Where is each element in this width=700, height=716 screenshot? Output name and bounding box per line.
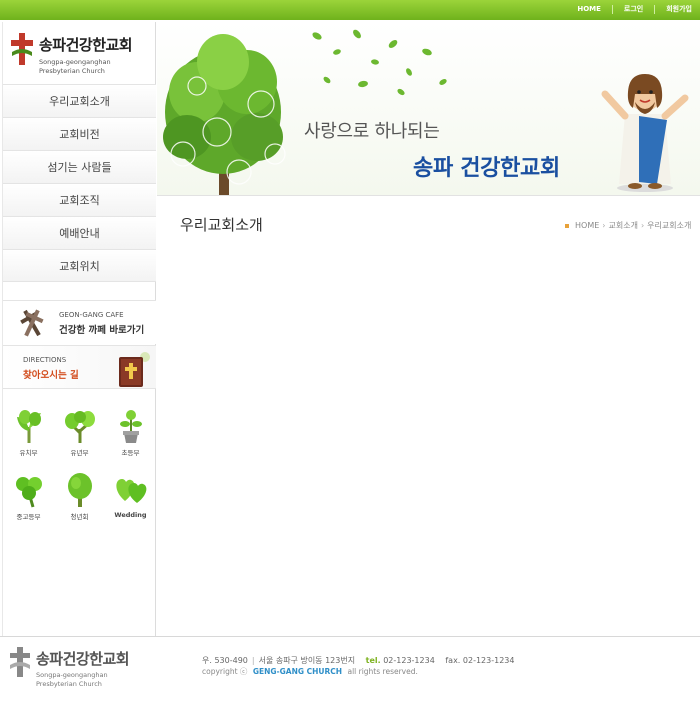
dept-youth[interactable]: 중고등부	[3, 471, 54, 527]
dept-wedding[interactable]: Wedding	[105, 471, 156, 527]
footer-fax-label: fax.	[445, 656, 461, 665]
breadcrumb-home[interactable]: HOME	[575, 221, 599, 230]
menu-item-organization[interactable]: 교회조직	[3, 183, 156, 216]
directions-banner[interactable]: DIRECTIONS 찾아오시는 길	[3, 345, 156, 389]
dept-label: 초등부	[121, 449, 140, 457]
hero-tagline: 사랑으로 하나되는	[304, 121, 440, 142]
crossed-crosses-icon	[20, 309, 44, 337]
tree-illustration	[163, 34, 286, 195]
tree-icon	[67, 473, 92, 507]
footer-divider	[0, 636, 700, 637]
hearts-icon	[115, 479, 146, 503]
footer-tel: 02-123-1234	[383, 656, 435, 665]
cafe-banner-title: 건강한 까페 바로가기	[59, 325, 145, 336]
clover-icon	[15, 477, 42, 508]
menu-item-location[interactable]: 교회위치	[3, 249, 156, 282]
dept-young-adults[interactable]: 청년회	[54, 471, 105, 527]
home-link[interactable]: HOME	[577, 5, 601, 13]
footer-tel-label: tel.	[365, 656, 381, 665]
footer-contact: 우. 530-490 | 서울 송파구 방이동 123번지 tel. 02-123-…	[202, 655, 514, 666]
sprout-icon	[16, 410, 41, 443]
footer-copyright: copyright ⓒ GENG-GANG CHURCH all rights …	[202, 666, 418, 677]
breadcrumb: HOME › 교회소개 › 우리교회소개	[565, 220, 691, 231]
menu-item-vision[interactable]: 교회비전	[3, 117, 156, 150]
breadcrumb-section[interactable]: 교회소개	[608, 220, 637, 231]
footer-address: 서울 송파구 방이동 123번지	[258, 656, 356, 665]
footer-logo-name: 송파건강한교회	[36, 650, 130, 668]
logo-name: 송파건강한교회	[39, 36, 133, 54]
logo-subtitle: Presbyterian Church	[39, 67, 105, 75]
login-link[interactable]: 로그인	[624, 4, 643, 14]
top-nav: HOME 로그인 회원가입	[577, 4, 692, 14]
dept-children[interactable]: 유년부	[54, 407, 105, 463]
dept-label: 유치부	[19, 449, 38, 457]
nav-divider	[611, 4, 613, 14]
dept-label: 유년부	[70, 449, 89, 457]
join-link[interactable]: 회원가입	[666, 4, 692, 14]
church-logo[interactable]: 송파건강한교회 Songpa-geonganghan Presbyterian …	[7, 28, 157, 86]
cross-logo-icon	[10, 647, 30, 677]
page-title: 우리교회소개	[180, 216, 263, 234]
potted-plant-icon	[119, 410, 142, 443]
nav-divider	[654, 4, 656, 14]
dept-elementary[interactable]: 초등부	[105, 407, 156, 463]
hero-church-name: 송파 건강한교회	[413, 156, 560, 181]
chevron-right-icon: ›	[602, 221, 606, 230]
directions-banner-title: 찾아오시는 길	[23, 370, 79, 381]
top-bar: HOME 로그인 회원가입	[0, 0, 700, 20]
dept-kindergarten[interactable]: 유치부	[3, 407, 54, 463]
dept-label: 청년회	[70, 513, 89, 521]
tree-icon	[64, 411, 95, 443]
falling-leaves-decoration	[312, 29, 447, 96]
dept-label: Wedding	[114, 511, 147, 519]
side-menu: 우리교회소개 교회비전 섬기는 사람들 교회조직 예배안내 교회위치	[3, 84, 156, 282]
bible-icon	[119, 352, 150, 387]
hero-banner: 사랑으로 하나되는 송파 건강한교회	[157, 22, 700, 195]
cafe-banner-sub: GEON-GANG CAFE	[59, 311, 124, 319]
footer-logo: 송파건강한교회 Songpa-geonganghan Presbyterian …	[6, 644, 156, 694]
department-grid: 유치부 유년부 초등부 중고등부 청년회 Wedding	[3, 407, 156, 527]
menu-item-intro[interactable]: 우리교회소개	[3, 84, 156, 117]
footer-postal: 우. 530-490	[202, 656, 248, 665]
footer-fax: 02-123-1234	[462, 656, 515, 665]
footer-logo-subtitle: Presbyterian Church	[36, 680, 102, 688]
breadcrumb-current: 우리교회소개	[647, 221, 692, 230]
footer-separator: |	[251, 656, 255, 665]
menu-item-staff[interactable]: 섬기는 사람들	[3, 150, 156, 183]
copyright-prefix: copyright ⓒ	[202, 667, 248, 676]
jesus-character-illustration	[601, 74, 689, 192]
cafe-banner[interactable]: GEON-GANG CAFE 건강한 까페 바로가기	[3, 300, 156, 344]
sidebar: 송파건강한교회 Songpa-geonganghan Presbyterian …	[2, 22, 156, 636]
copyright-church: GENG-GANG CHURCH	[252, 667, 343, 676]
dept-label: 중고등부	[16, 513, 41, 521]
footer-logo-subtitle: Songpa-geonganghan	[36, 671, 108, 679]
chevron-right-icon: ›	[640, 221, 645, 230]
directions-banner-sub: DIRECTIONS	[23, 356, 67, 364]
breadcrumb-bullet-icon	[565, 223, 569, 228]
logo-subtitle: Songpa-geonganghan	[39, 58, 111, 66]
cross-logo-icon	[11, 33, 33, 65]
menu-item-worship[interactable]: 예배안내	[3, 216, 156, 249]
copyright-suffix: all rights reserved.	[347, 667, 418, 676]
content-divider	[157, 195, 700, 196]
